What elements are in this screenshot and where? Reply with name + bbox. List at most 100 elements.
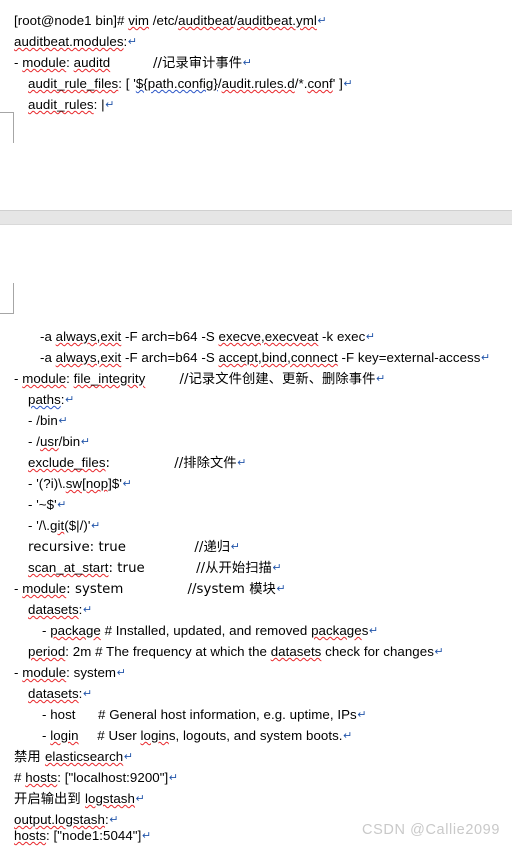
paragraph-return-mark: ↵ <box>343 78 353 90</box>
document-line[interactable]: scan_at_start: true //从开始扫描↵ <box>0 559 282 578</box>
text-run: -k exec <box>318 329 366 344</box>
text-run: ' ] <box>332 76 343 91</box>
text-run: - <box>14 665 23 680</box>
spellcheck-word: datasets <box>28 602 79 617</box>
text-run: //记录审计事件 <box>110 56 243 71</box>
text-run: : 2m # The frequency at which the <box>65 644 271 659</box>
paragraph-return-mark: ↵ <box>168 772 179 784</box>
spellcheck-word: scan_at_start <box>28 560 109 575</box>
spellcheck-word: elasticsearch <box>44 749 124 764</box>
paragraph-return-mark: ↵ <box>272 562 282 574</box>
text-run: - <box>14 55 23 70</box>
spellcheck-word: audit_rule_files <box>28 76 119 91</box>
paragraph-return-mark: ↵ <box>109 814 119 826</box>
document-line[interactable]: - login # User logins, logouts, and syst… <box>0 727 352 745</box>
spellcheck-word: module <box>22 371 67 386</box>
paragraph-return-mark: ↵ <box>91 520 101 532</box>
text-run: # Installed, updated, and removed <box>100 623 312 638</box>
document-line[interactable]: audit_rule_files: [ '${path.config}/audi… <box>0 75 353 93</box>
document-line[interactable]: - package # Installed, updated, and remo… <box>0 622 378 640</box>
text-run: -F key=external-access <box>337 350 481 365</box>
spellcheck-word: module <box>22 665 67 680</box>
paragraph-return-mark: ↵ <box>343 730 353 742</box>
document-line[interactable]: -a always,exit -F arch=b64 -S execve,exe… <box>0 328 375 346</box>
document-line[interactable]: - host # General host information, e.g. … <box>0 706 366 724</box>
paragraph-return-mark: ↵ <box>122 478 132 490</box>
spellcheck-word: git <box>50 518 65 533</box>
text-run: # User <box>78 728 141 743</box>
text-run: : ["node1:5044"] <box>46 828 142 843</box>
document-line[interactable]: audit_rules: |↵ <box>0 96 114 114</box>
text-run: - / <box>28 434 40 449</box>
paragraph-return-mark: ↵ <box>105 99 115 111</box>
paragraph-return-mark: ↵ <box>82 688 93 700</box>
spellcheck-word: auditbeat <box>178 13 234 28</box>
spellcheck-word: auditbeat.modules <box>14 34 124 49</box>
spellcheck-word: module <box>22 581 67 596</box>
spellcheck-word: execve,execveat <box>218 329 319 344</box>
spellcheck-word: accept,bind,connect <box>218 350 338 365</box>
spellcheck-word: exclude_files <box>28 455 106 470</box>
document-line[interactable]: - /usr/bin↵ <box>0 433 90 451</box>
text-run: - host # General host information, e.g. … <box>42 707 357 722</box>
document-line[interactable]: - module: file_integrity //记录文件创建、更新、删除事… <box>0 370 385 389</box>
text-run: $' <box>111 476 122 491</box>
text-run: - <box>14 371 23 386</box>
text-run: : system //system 模块 <box>66 582 276 597</box>
document-line[interactable]: auditbeat.modules:↵ <box>0 33 137 51</box>
spellcheck-word: paths <box>28 392 61 407</box>
document-line[interactable]: 禁用 elasticsearch↵ <box>0 748 133 767</box>
spellcheck-word: period <box>28 644 66 659</box>
text-run: -a <box>40 329 56 344</box>
spellcheck-word: vim <box>128 13 150 28</box>
paragraph-return-mark: ↵ <box>480 352 491 364</box>
spellcheck-word: logstash <box>85 791 135 806</box>
document-line[interactable]: paths:↵ <box>0 391 74 409</box>
spellcheck-word: auditbeat.yml <box>237 13 317 28</box>
text-run: ($|/)' <box>64 518 91 533</box>
text-run: : ["localhost:9200"] <box>57 770 169 785</box>
spellcheck-word: hosts <box>25 770 58 785</box>
document-line[interactable]: - '(?i)\.sw[nop]$'↵ <box>0 475 132 493</box>
paragraph-return-mark: ↵ <box>80 436 91 448</box>
paragraph-return-mark: ↵ <box>57 499 67 511</box>
document-line[interactable]: # hosts: ["localhost:9200"]↵ <box>0 769 178 787</box>
text-run: - '~$' <box>28 497 57 512</box>
spellcheck-word: ${path.config} <box>135 76 218 91</box>
spellcheck-word: audit.rules.d <box>221 76 295 91</box>
text-run: -a <box>40 350 56 365</box>
spellcheck-word: package <box>311 623 362 638</box>
document-line[interactable]: - module: system //system 模块↵ <box>0 580 286 599</box>
paragraph-return-mark: ↵ <box>237 457 247 469</box>
text-run: -F arch=b64 -S <box>121 329 219 344</box>
spellcheck-word: output.logstash <box>14 812 105 827</box>
spellcheck-word: datasets <box>28 686 79 701</box>
text-run: /etc/ <box>149 13 179 28</box>
spellcheck-word: file_integrity <box>73 371 146 386</box>
paragraph-return-mark: ↵ <box>230 541 240 553</box>
document-line[interactable]: recursive: true //递归↵ <box>0 538 240 557</box>
document-line[interactable]: - module: auditd //记录审计事件↵ <box>0 54 252 73</box>
document-line[interactable]: 开启输出到 logstash↵ <box>0 790 145 809</box>
document-line[interactable]: - /bin↵ <box>0 412 68 430</box>
text-run: : true //从开始扫描 <box>108 561 272 576</box>
document-line[interactable]: - '~$'↵ <box>0 496 66 514</box>
document-line[interactable]: -a always,exit -F arch=b64 -S accept,bin… <box>0 349 490 367</box>
document-line[interactable]: hosts: ["node1:5044"]↵ <box>0 827 151 845</box>
document-line[interactable]: datasets:↵ <box>0 601 92 619</box>
document-line[interactable]: [root@node1 bin]# vim /etc/auditbeat/aud… <box>0 12 327 30</box>
text-run: 禁用 <box>14 750 45 765</box>
document-line[interactable]: period: 2m # The frequency at which the … <box>0 643 444 661</box>
text-run: - <box>42 623 51 638</box>
document-line[interactable]: - module: system↵ <box>0 664 126 682</box>
paragraph-return-mark: ↵ <box>434 646 444 658</box>
document-line[interactable]: datasets:↵ <box>0 685 92 703</box>
page-break-band <box>0 210 512 225</box>
spellcheck-word: always,exit <box>55 350 122 365</box>
spellcheck-word: module <box>22 55 67 70</box>
document-line[interactable]: - '/\.git($|/)'↵ <box>0 517 100 535</box>
text-run: : //排除文件 <box>105 456 237 471</box>
document-line[interactable]: exclude_files: //排除文件↵ <box>0 454 246 473</box>
spellcheck-word: audit_rules <box>28 97 94 112</box>
text-run: - <box>42 728 51 743</box>
